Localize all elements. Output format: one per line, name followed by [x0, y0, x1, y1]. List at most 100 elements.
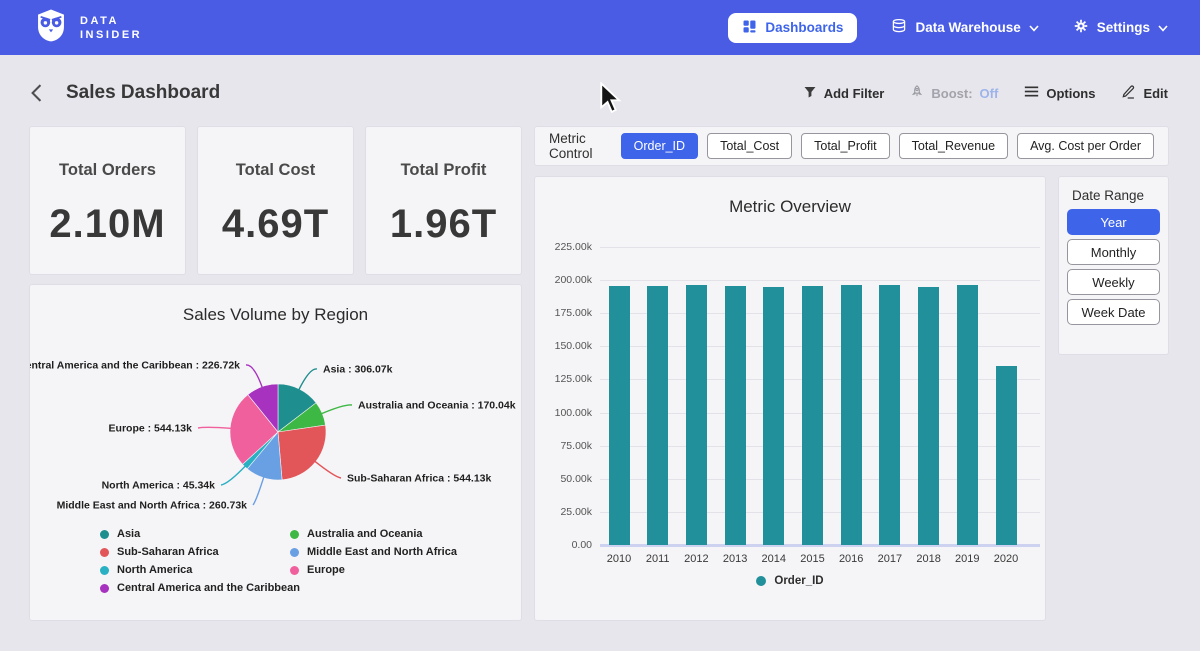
bar-2014[interactable]: [763, 287, 784, 545]
pie-label-sub-saharan-africa: Sub-Saharan Africa : 544.13k: [347, 473, 491, 485]
legend-dot: [100, 584, 109, 593]
pie-leader-line: [246, 365, 263, 389]
metric-control-bar: Metric Control Order_ID Total_Cost Total_P…: [535, 127, 1168, 165]
database-icon: [891, 18, 907, 37]
owl-logo-icon: [32, 6, 70, 49]
x-axis-tick: 2015: [793, 553, 833, 565]
gridline: [600, 280, 1040, 281]
pie-leader-line: [253, 476, 264, 505]
boost-toggle[interactable]: Boost: Off: [910, 84, 998, 102]
metric-button-order-id[interactable]: Order_ID: [621, 133, 698, 159]
pie-legend-item-australia-and-oceania[interactable]: Australia and Oceania: [290, 528, 457, 540]
metric-button-total-cost[interactable]: Total_Cost: [707, 133, 792, 159]
date-range-panel: Date Range YearMonthlyWeeklyWeek Date: [1059, 177, 1168, 354]
y-axis-tick: 50.00k: [537, 473, 592, 485]
edit-button[interactable]: Edit: [1121, 84, 1168, 102]
kpi-value: 4.69T: [222, 202, 329, 247]
date-range-button-monthly[interactable]: Monthly: [1067, 239, 1160, 265]
dashboard-header: Sales Dashboard Add Filter Boost: Off: [30, 78, 1168, 108]
pie-legend-column-2: Australia and Oceania Middle East and Nor…: [290, 528, 457, 576]
legend-label: Sub-Saharan Africa: [117, 546, 219, 558]
options-button[interactable]: Options: [1024, 85, 1095, 101]
legend-dot: [756, 576, 766, 586]
x-axis-tick: 2018: [909, 553, 949, 565]
x-axis-tick: 2019: [947, 553, 987, 565]
legend-label: Asia: [117, 528, 140, 540]
metric-control-label: Metric Control: [549, 131, 603, 161]
x-axis-tick: 2014: [754, 553, 794, 565]
metric-button-total-revenue[interactable]: Total_Revenue: [899, 133, 1008, 159]
bar-chart-plot: 225.00k200.00k175.00k150.00k125.00k100.0…: [535, 177, 1045, 620]
nav-settings-label: Settings: [1097, 20, 1150, 35]
pie-label-australia-and-oceania: Australia and Oceania : 170.04k: [358, 400, 516, 412]
logo[interactable]: DATA INSIDER: [32, 6, 142, 49]
pie-legend-item-central-america-and-the-caribbean[interactable]: Central America and the Caribbean: [100, 582, 300, 594]
date-range-button-week-date[interactable]: Week Date: [1067, 299, 1160, 325]
pie-legend-item-middle-east-and-north-africa[interactable]: Middle East and North Africa: [290, 546, 457, 558]
kpi-label: Total Profit: [401, 161, 487, 180]
bar-chart-panel: Metric Overview 225.00k200.00k175.00k150…: [535, 177, 1045, 620]
legend-dot: [290, 566, 299, 575]
add-filter-button[interactable]: Add Filter: [803, 85, 885, 102]
x-axis-tick: 2017: [870, 553, 910, 565]
bar-2016[interactable]: [841, 285, 862, 545]
kpi-value: 2.10M: [49, 202, 165, 247]
pie-label-asia: Asia : 306.07k: [323, 364, 393, 376]
bar-2010[interactable]: [609, 286, 630, 545]
pencil-icon: [1121, 84, 1136, 102]
back-button[interactable]: [30, 80, 52, 106]
date-range-button-weekly[interactable]: Weekly: [1067, 269, 1160, 295]
nav-dashboards-label: Dashboards: [765, 20, 843, 35]
bar-2013[interactable]: [725, 286, 746, 545]
x-axis-tick: 2020: [986, 553, 1026, 565]
legend-label: Order_ID: [774, 575, 823, 587]
pie-chart-panel: Sales Volume by Region Asia : 306.07kAus…: [30, 285, 521, 620]
nav-settings[interactable]: Settings: [1073, 18, 1168, 37]
pie-legend-item-north-america[interactable]: North America: [100, 564, 300, 576]
x-axis-tick: 2016: [831, 553, 871, 565]
y-axis-tick: 175.00k: [537, 307, 592, 319]
y-axis-tick: 0.00: [537, 539, 592, 551]
y-axis-tick: 150.00k: [537, 340, 592, 352]
bar-2020[interactable]: [996, 366, 1017, 545]
legend-label: Australia and Oceania: [307, 528, 423, 540]
y-axis-tick: 200.00k: [537, 274, 592, 286]
kpi-value: 1.96T: [390, 202, 497, 247]
legend-dot: [290, 548, 299, 557]
legend-label: Central America and the Caribbean: [117, 582, 300, 594]
legend-dot: [100, 548, 109, 557]
bar-2018[interactable]: [918, 287, 939, 545]
gear-icon: [1073, 18, 1089, 37]
x-axis-tick: 2010: [599, 553, 639, 565]
pie-leader-line: [314, 461, 341, 478]
kpi-label: Total Orders: [59, 161, 156, 180]
boost-status: Off: [980, 86, 999, 101]
pie-legend-item-sub-saharan-africa[interactable]: Sub-Saharan Africa: [100, 546, 300, 558]
y-axis-tick: 225.00k: [537, 241, 592, 253]
metric-button-group: Order_ID Total_Cost Total_Profit Total_Reve…: [621, 133, 1154, 159]
bar-2011[interactable]: [647, 286, 668, 545]
x-axis-tick: 2013: [715, 553, 755, 565]
metric-button-total-profit[interactable]: Total_Profit: [801, 133, 890, 159]
rocket-icon: [910, 84, 924, 102]
nav-data-warehouse[interactable]: Data Warehouse: [891, 18, 1038, 37]
legend-label: Europe: [307, 564, 345, 576]
kpi-card-total-cost: Total Cost 4.69T: [198, 127, 353, 274]
pie-legend-item-europe[interactable]: Europe: [290, 564, 457, 576]
bar-2019[interactable]: [957, 285, 978, 545]
bar-2017[interactable]: [879, 285, 900, 545]
dashboard-grid-icon: [742, 19, 757, 37]
y-axis-tick: 125.00k: [537, 373, 592, 385]
page-title: Sales Dashboard: [66, 82, 220, 104]
pie-leader-line: [298, 369, 317, 391]
metric-button-avg-cost-per-order[interactable]: Avg. Cost per Order: [1017, 133, 1154, 159]
app-root: DATA INSIDER Dashboards: [0, 0, 1200, 651]
bar-2012[interactable]: [686, 285, 707, 545]
pie-label-central-america-and-the-caribbean: Central America and the Caribbean : 226.…: [30, 360, 240, 372]
bar-2015[interactable]: [802, 286, 823, 545]
nav-dashboards-button[interactable]: Dashboards: [728, 13, 857, 43]
pie-slice-sub-saharan-africa[interactable]: [278, 425, 326, 480]
pie-legend-item-asia[interactable]: Asia: [100, 528, 300, 540]
date-range-button-year[interactable]: Year: [1067, 209, 1160, 235]
pie-legend-column-1: Asia Sub-Saharan Africa North America Centr…: [100, 528, 300, 594]
